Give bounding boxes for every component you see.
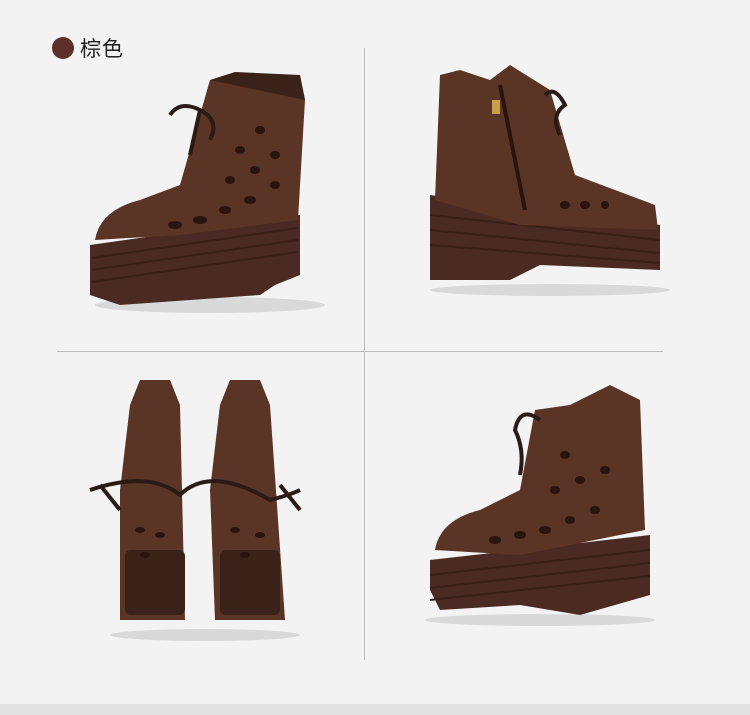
boot-image: [89, 380, 302, 641]
boot-front-three-quarter-view: [60, 60, 350, 350]
boot-image: [429, 65, 670, 296]
boot-outer-side-view: [400, 370, 690, 660]
color-dot-icon: [52, 37, 74, 59]
bottom-divider-bar: [0, 704, 750, 715]
color-option-header: 棕色: [52, 33, 124, 63]
boot-inner-side-zipper-view: [400, 55, 690, 345]
horizontal-divider: [57, 351, 663, 352]
vertical-divider: [364, 48, 365, 660]
boot-image: [90, 72, 325, 313]
boots-top-down-pair-view: [60, 370, 350, 660]
color-label: 棕色: [80, 37, 124, 61]
boot-image: [425, 385, 655, 626]
